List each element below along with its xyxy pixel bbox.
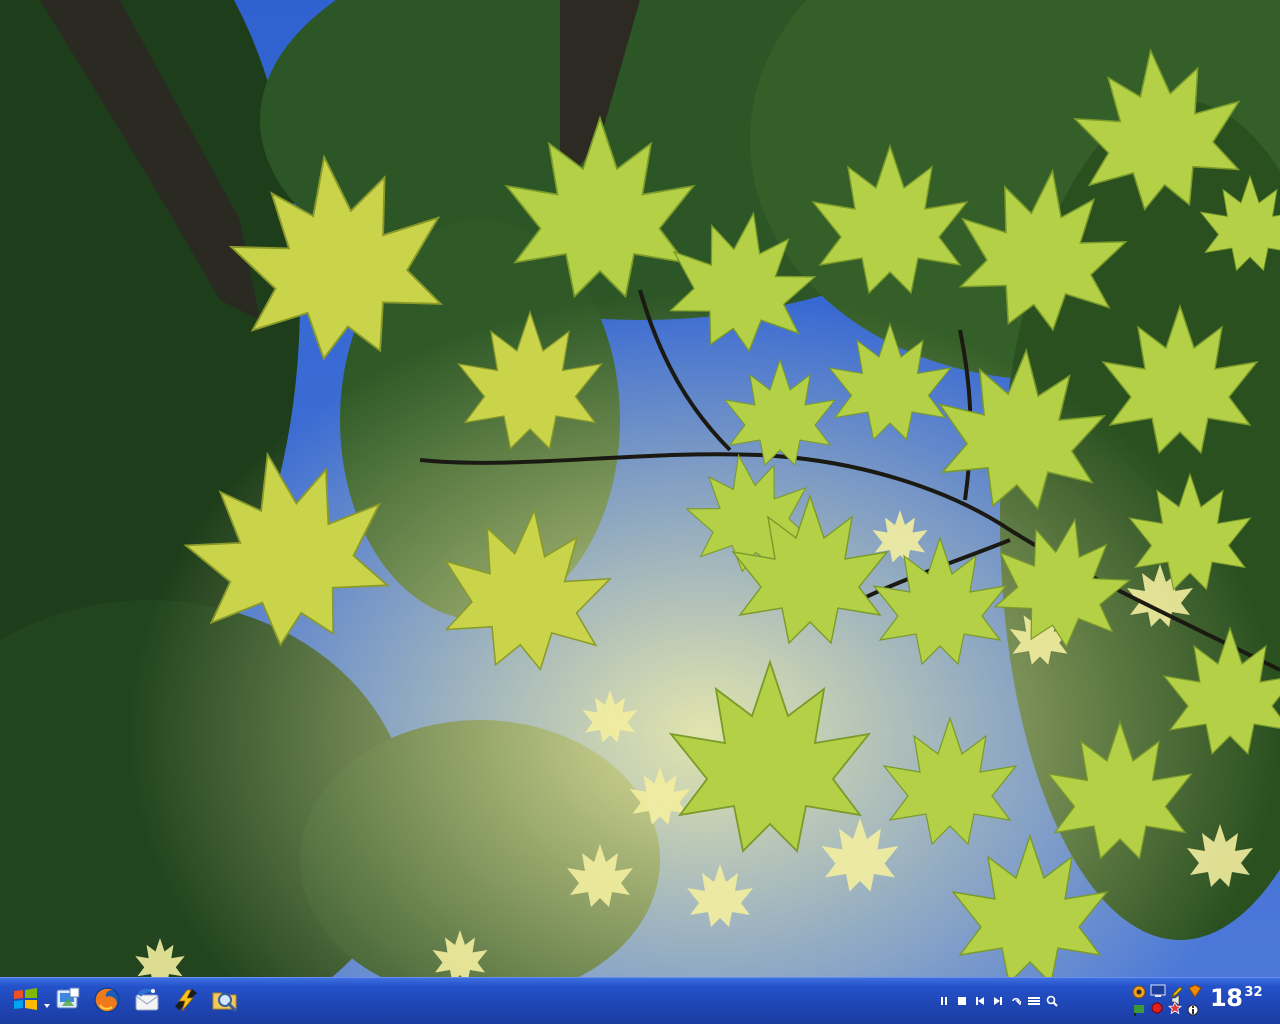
tray-shield[interactable] (1188, 983, 1202, 998)
previous-icon (976, 997, 984, 1005)
tray-monitor[interactable] (1150, 983, 1166, 997)
media-controls (938, 993, 1058, 1009)
shield-icon (1188, 984, 1202, 998)
playlist-button[interactable] (1028, 995, 1040, 1007)
pause-button[interactable] (938, 995, 950, 1007)
tray-info[interactable] (1186, 1002, 1200, 1016)
clock-minutes: 32 (1244, 985, 1263, 1000)
stop-icon (958, 997, 966, 1005)
next-button[interactable] (992, 995, 1004, 1007)
network-icon (1132, 985, 1146, 999)
thunderbird-icon (135, 988, 159, 1011)
search-button[interactable] (209, 984, 241, 1016)
next-icon (994, 997, 1002, 1005)
lightning-icon (175, 989, 197, 1012)
clock-hours: 18 (1210, 984, 1243, 1012)
playlist-icon (1028, 997, 1040, 1005)
start-menu-icon (14, 988, 37, 1010)
monitor-icon (1150, 984, 1166, 997)
repeat-button[interactable] (1010, 995, 1022, 1007)
desktop-wallpaper (0, 0, 1280, 977)
record-icon (1151, 1002, 1163, 1014)
previous-button[interactable] (974, 995, 986, 1007)
info-icon (1187, 1004, 1199, 1016)
desktop[interactable] (0, 0, 1280, 977)
firefox-icon (94, 987, 120, 1013)
tray-flag[interactable] (1132, 1002, 1146, 1016)
winamp-button[interactable] (170, 984, 202, 1016)
taskbar: 18 32 (0, 977, 1280, 1024)
search-icon (1046, 995, 1058, 1007)
start-button[interactable] (4, 984, 50, 1016)
show-desktop-button[interactable] (52, 984, 84, 1016)
tray-volume[interactable] (1170, 992, 1184, 1006)
chevron-down-icon (44, 1004, 50, 1008)
tray-record[interactable] (1150, 1000, 1164, 1014)
flag-icon (1134, 1005, 1144, 1016)
magnifier-folder-icon (212, 992, 237, 1012)
tray-network[interactable] (1132, 984, 1146, 999)
volume-icon (1171, 994, 1180, 1006)
stop-button[interactable] (956, 995, 968, 1007)
clock[interactable]: 18 32 (1210, 984, 1263, 1012)
desktop-icon (56, 987, 80, 1009)
media-search-button[interactable] (1046, 995, 1058, 1007)
pause-icon (941, 997, 947, 1005)
firefox-button[interactable] (91, 984, 123, 1016)
thunderbird-button[interactable] (131, 984, 163, 1016)
repeat-icon (1012, 998, 1021, 1006)
